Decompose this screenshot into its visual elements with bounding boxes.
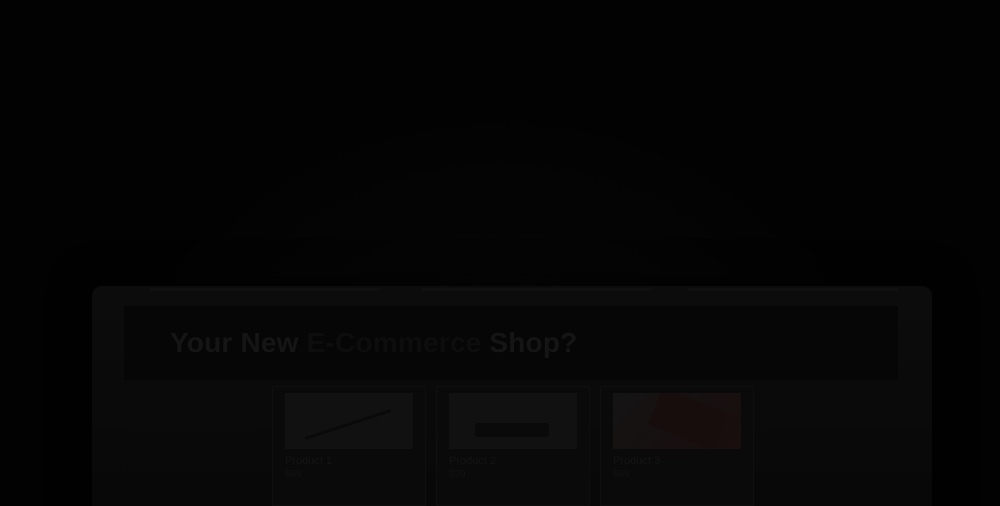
product-price: $99 (613, 469, 630, 480)
hero-banner: Your New E-Commerce Shop? (124, 306, 898, 380)
product-price: $99 (449, 469, 466, 480)
product-card[interactable]: Product 1 $99 (272, 386, 426, 506)
product-image[interactable] (285, 393, 413, 449)
product-name[interactable]: Product 3 (613, 455, 741, 467)
product-price: $99 (285, 469, 302, 480)
headline-suffix: Shop? (489, 327, 578, 358)
product-image[interactable] (613, 393, 741, 449)
top-strip (688, 288, 898, 291)
product-card[interactable]: Product 3 $99 (600, 386, 754, 506)
top-strip (422, 288, 652, 291)
product-card[interactable]: Product 2 $99 (436, 386, 590, 506)
product-image[interactable] (449, 393, 577, 449)
headline-accent: E-Commerce (306, 327, 482, 358)
headline-prefix: Your New (170, 327, 299, 358)
screen-top-strips (92, 286, 932, 306)
product-grid: Product 1 $99 Product 2 $99 Product 3 $9… (272, 386, 754, 506)
dark-scene: Your New E-Commerce Shop? Product 1 $99 … (0, 0, 1000, 506)
top-strip (150, 288, 380, 291)
product-name[interactable]: Product 1 (285, 455, 413, 467)
hero-headline: Your New E-Commerce Shop? (170, 327, 577, 359)
product-name[interactable]: Product 2 (449, 455, 577, 467)
